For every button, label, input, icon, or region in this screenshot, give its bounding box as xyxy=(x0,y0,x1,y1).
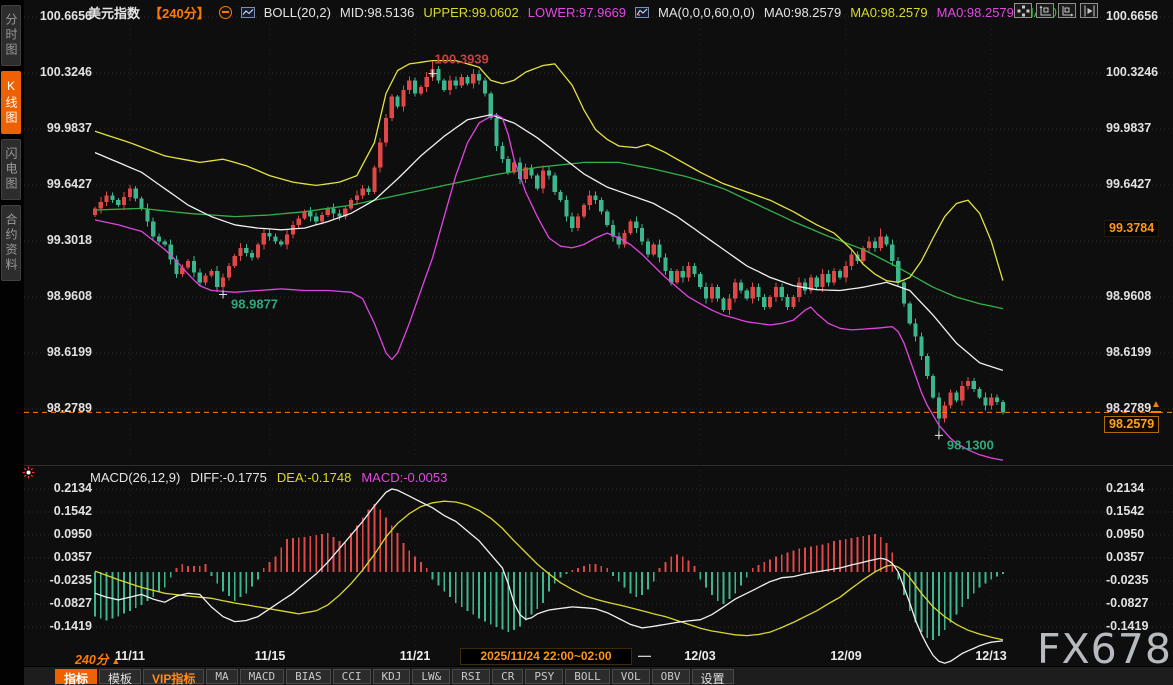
cursor-time-label: 2025/11/24 22:00~02:00 xyxy=(460,648,632,665)
toolbar-tab-KDJ[interactable]: KDJ xyxy=(373,669,411,684)
price-axis-label-right: 99.9837 xyxy=(1106,121,1168,135)
toolbar-tab-CR[interactable]: CR xyxy=(492,669,523,684)
boll-mid-line xyxy=(95,115,1003,371)
price-axis-label-left: 98.6199 xyxy=(30,345,92,359)
macd-axis-label-right: 0.2134 xyxy=(1106,481,1168,495)
price-axis-label-left: 98.9608 xyxy=(30,289,92,303)
macd-dea-value: DEA:-0.1748 xyxy=(277,470,351,485)
macd-params: MACD(26,12,9) xyxy=(90,470,180,485)
price-axis-label-right: 98.9608 xyxy=(1106,289,1168,303)
symbol-title: 美元指数 xyxy=(88,3,140,22)
price-annotations: 100.3939 98.9877 98.1300 xyxy=(219,52,994,453)
ma0-value-yellow: MA0:98.2579 xyxy=(850,5,927,20)
date-label: 11/11 xyxy=(100,649,160,663)
toolbar-tab-MA[interactable]: MA xyxy=(206,669,237,684)
extreme-price-label: 98.1300 xyxy=(947,437,994,452)
date-label: 12/13 xyxy=(961,649,1021,663)
ma-params: MA(0,0,0,60,0,0) xyxy=(658,5,755,20)
main-price-chart[interactable]: 100.3939 98.9877 98.1300 xyxy=(24,0,1173,465)
toolbar-tab-VIP指标[interactable]: VIP指标 xyxy=(143,669,204,684)
toolbar-tab-BIAS[interactable]: BIAS xyxy=(286,669,331,684)
toolbar-tab-指标[interactable]: 指标 xyxy=(55,669,97,684)
price-axis-label-left: 99.3018 xyxy=(30,233,92,247)
macd-diff-value: DIFF:-0.1775 xyxy=(190,470,267,485)
dea-line xyxy=(95,501,1003,640)
indicator-header: 美元指数 【240分】 BOLL(20,2) MID:98.5136 UPPER… xyxy=(88,4,1068,21)
price-axis-label-right: 100.3246 xyxy=(1106,65,1168,79)
scroll-to-latest-button[interactable]: ▲ xyxy=(1151,400,1161,413)
macd-axis-label-right: 0.1542 xyxy=(1106,504,1168,518)
boll-indicator-icon[interactable] xyxy=(241,7,255,18)
toolbar-tab-设置[interactable]: 设置 xyxy=(692,669,734,684)
chart-tool-icons xyxy=(1014,3,1098,18)
sidebar-item-contract-info[interactable]: 合约资料 xyxy=(1,205,21,281)
macd-axis-label-left: -0.1419 xyxy=(30,619,92,633)
cursor-dash: — xyxy=(638,648,651,663)
date-label: 11/21 xyxy=(385,649,445,663)
period-label[interactable]: 【240分】 xyxy=(149,3,210,22)
axis-badge-period-high: 99.3784 xyxy=(1104,220,1159,237)
macd-axis-label-left: 0.0950 xyxy=(30,527,92,541)
macd-axis-label-right: -0.0827 xyxy=(1106,596,1168,610)
indicator-settings-icon[interactable] xyxy=(22,466,35,484)
extreme-cross-marker xyxy=(429,70,437,78)
date-label: 12/09 xyxy=(816,649,876,663)
macd-axis-label-left: 0.0357 xyxy=(30,550,92,564)
zoom-y-axis-icon[interactable] xyxy=(1036,3,1054,18)
indicator-toolbar: 指标模板VIP指标MAMACDBIASCCIKDJLW&RSICRPSYBOLL… xyxy=(24,666,1173,685)
toolbar-tab-CCI[interactable]: CCI xyxy=(333,669,371,684)
price-axis-label-left: 100.6656 xyxy=(30,9,92,23)
toolbar-tab-MACD[interactable]: MACD xyxy=(240,669,285,684)
macd-axis-label-left: -0.0827 xyxy=(30,596,92,610)
macd-axis-label-right: 0.0357 xyxy=(1106,550,1168,564)
pan-right-icon[interactable] xyxy=(1080,3,1098,18)
toolbar-tab-VOL[interactable]: VOL xyxy=(612,669,650,684)
axis-badge-last-price: 98.2579 xyxy=(1104,416,1159,433)
boll-lower-value: LOWER:97.9669 xyxy=(528,5,626,20)
collapse-icon[interactable] xyxy=(219,6,232,19)
price-axis-label-left: 99.9837 xyxy=(30,121,92,135)
price-axis-label-right: 100.6656 xyxy=(1106,9,1168,23)
toolbar-tab-模板[interactable]: 模板 xyxy=(99,669,141,684)
ma-indicator-icon[interactable] xyxy=(635,7,649,18)
macd-axis-label-left: 0.1542 xyxy=(30,504,92,518)
extreme-price-label: 98.9877 xyxy=(231,297,278,312)
zoom-x-axis-icon[interactable] xyxy=(1058,3,1076,18)
boll-params: BOLL(20,2) xyxy=(264,5,331,20)
sidebar-item-lightning-chart[interactable]: 闪电图 xyxy=(1,139,21,200)
price-axis-label-right: 98.6199 xyxy=(1106,345,1168,359)
date-label: 11/15 xyxy=(240,649,300,663)
price-axis-label-left: 99.6427 xyxy=(30,177,92,191)
toolbar-tab-PSY[interactable]: PSY xyxy=(525,669,563,684)
macd-indicator-chart[interactable] xyxy=(24,465,1173,665)
date-label: 12/03 xyxy=(670,649,730,663)
crosshair-tool-icon[interactable] xyxy=(1014,3,1032,18)
price-axis-label-left: 100.3246 xyxy=(30,65,92,79)
macd-axis-label-left: -0.0235 xyxy=(30,573,92,587)
toolbar-tab-LW&[interactable]: LW& xyxy=(412,669,450,684)
toolbar-tab-RSI[interactable]: RSI xyxy=(452,669,490,684)
candlestick-series xyxy=(93,62,1005,434)
boll-mid-value: MID:98.5136 xyxy=(340,5,414,20)
sidebar-item-time-chart[interactable]: 分时图 xyxy=(1,5,21,66)
extreme-cross-marker xyxy=(935,431,943,439)
macd-axis-label-right: 0.0950 xyxy=(1106,527,1168,541)
time-axis: 240分▲ 2025/11/24 22:00~02:00 — 11/1111/1… xyxy=(0,648,1173,665)
ma0-value-white: MA0:98.2579 xyxy=(764,5,841,20)
macd-axis-label-right: -0.0235 xyxy=(1106,573,1168,587)
sidebar-item-kline-chart[interactable]: K线图 xyxy=(1,71,21,134)
price-axis-label-right: 99.6427 xyxy=(1106,177,1168,191)
toolbar-tab-OBV[interactable]: OBV xyxy=(652,669,690,684)
toolbar-tab-BOLL[interactable]: BOLL xyxy=(565,669,610,684)
ma0-value-magenta: MA0:98.2579 xyxy=(937,5,1014,20)
boll-upper-value: UPPER:99.0602 xyxy=(423,5,518,20)
macd-axis-label-left: 0.2134 xyxy=(30,481,92,495)
app-root: 分时图 K线图闪电图合约资料 100.3939 98.9877 98.1300 美元指… xyxy=(0,0,1173,685)
watermark: FX678 xyxy=(1037,625,1172,673)
macd-header: MACD(26,12,9) DIFF:-0.1775 DEA:-0.1748 M… xyxy=(90,470,447,485)
price-axis-label-left: 98.2789 xyxy=(30,401,92,415)
extreme-price-label: 100.3939 xyxy=(435,52,489,67)
macd-macd-value: MACD:-0.0053 xyxy=(361,470,447,485)
sidebar: 分时图 K线图闪电图合约资料 xyxy=(0,0,24,685)
